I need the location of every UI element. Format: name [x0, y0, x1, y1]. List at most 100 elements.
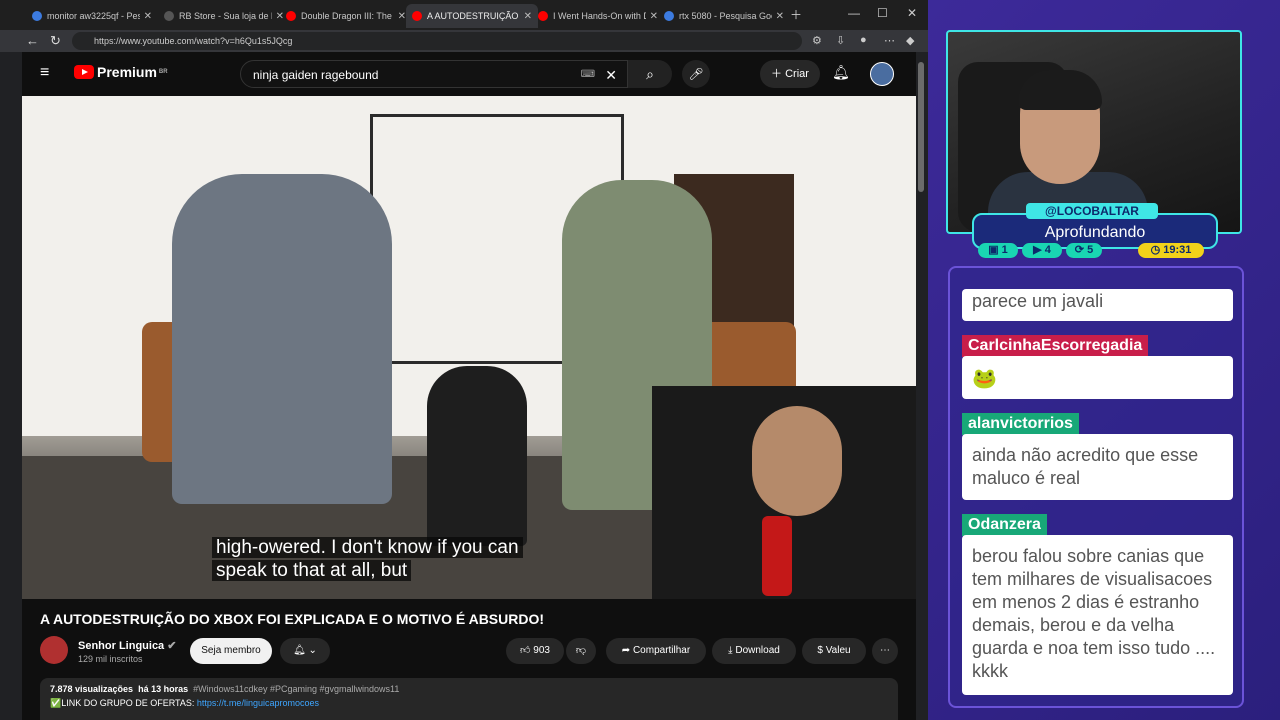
- more-dots-icon: ⋯: [880, 645, 890, 656]
- browser-window: monitor aw3225qf - Pesquisa ✕ RB Store -…: [0, 0, 928, 720]
- bell-icon: 🔔︎: [293, 645, 306, 656]
- address-bar: ← ↻ https://www.youtube.com/watch?v=h6Qu…: [0, 30, 928, 52]
- tab-close-icon[interactable]: ✕: [398, 11, 406, 22]
- close-window-icon[interactable]: ✕: [907, 6, 917, 20]
- search-input[interactable]: ninja gaiden ragebound ⌨ ✕: [240, 60, 628, 88]
- tab-favicon-icon: [32, 11, 42, 21]
- download-button[interactable]: ⤓ Download: [712, 638, 796, 664]
- share-icon: ➦: [621, 645, 631, 656]
- chat-message: 🐸: [962, 356, 1233, 399]
- video-subtitles: high-owered. I don't know if you can spe…: [212, 536, 523, 582]
- browser-tab-3[interactable]: Double Dragon III: The Sacred Stones ✕: [280, 4, 412, 28]
- browser-tab-4-active[interactable]: A AUTODESTRUIÇÃO DO XBOX ✕: [406, 4, 538, 28]
- tab-close-icon[interactable]: ✕: [650, 11, 658, 22]
- scrollbar-thumb[interactable]: [918, 62, 924, 192]
- more-icon[interactable]: ⋯: [884, 34, 895, 47]
- chat-username: alanvictorrios: [962, 413, 1079, 435]
- tab-title: monitor aw3225qf - Pesquisa: [47, 11, 140, 21]
- streamer-handle: @LOCOBALTAR: [1026, 203, 1158, 219]
- download-icon[interactable]: ⇩: [836, 34, 845, 47]
- chat-message: berou falou sobre canias que tem milhare…: [962, 535, 1233, 695]
- tab-title: A AUTODESTRUIÇÃO DO XBOX: [427, 11, 520, 21]
- download-arrow-icon: ⤓: [728, 645, 733, 656]
- chat-message: parece um javali: [962, 289, 1233, 321]
- chevron-down-icon: ⌄: [308, 645, 317, 656]
- offers-label: ✅LINK DO GRUPO DE OFERTAS:: [50, 698, 195, 708]
- chat-message: ainda não acredito que esse maluco é rea…: [962, 434, 1233, 500]
- creator-webcam-overlay: [652, 386, 916, 599]
- youtube-play-icon: [74, 65, 94, 79]
- side-table: [427, 366, 527, 546]
- share-button[interactable]: ➦ Compartilhar: [606, 638, 706, 664]
- tab-favicon-icon: [412, 11, 422, 21]
- video-player[interactable]: high-owered. I don't know if you can spe…: [22, 96, 916, 599]
- browser-tab-1[interactable]: monitor aw3225qf - Pesquisa ✕: [26, 4, 158, 28]
- reload-icon[interactable]: ↻: [50, 33, 61, 49]
- clear-search-icon[interactable]: ✕: [605, 61, 617, 89]
- host-man: [172, 174, 392, 504]
- copilot-icon[interactable]: ◆: [906, 34, 914, 47]
- tab-close-icon[interactable]: ✕: [524, 11, 532, 22]
- tab-favicon-icon: [164, 11, 174, 21]
- page-scrollbar[interactable]: [917, 52, 925, 720]
- tab-title: rtx 5080 - Pesquisa Google: [679, 11, 772, 21]
- subscribe-bell-button[interactable]: 🔔︎ ⌄: [280, 638, 330, 664]
- dislike-button[interactable]: 👎︎: [566, 638, 596, 664]
- share-label: Compartilhar: [632, 645, 691, 656]
- join-button[interactable]: Seja membro: [190, 638, 272, 664]
- offers-link[interactable]: https://t.me/linguicapromocoes: [197, 698, 319, 708]
- create-button[interactable]: ＋ Criar: [760, 60, 820, 88]
- search-icon: ⌕: [646, 66, 654, 82]
- hashtags[interactable]: #Windows11cdkey #PCgaming #gvgmallwindow…: [193, 684, 399, 694]
- chat-username: Odanzera: [962, 514, 1047, 536]
- description-meta: 7.878 visualizações há 13 horas #Windows…: [50, 684, 399, 694]
- like-button[interactable]: 👍︎ 903: [506, 638, 564, 664]
- video-count-badge: ▶ 4: [1022, 243, 1062, 258]
- upload-time: há 13 horas: [138, 684, 189, 694]
- voice-search-button[interactable]: 🎤︎: [682, 60, 710, 88]
- extension-icon[interactable]: ⚙: [812, 34, 822, 47]
- chat-count-badge: ▣ 1: [978, 243, 1018, 258]
- youtube-logo[interactable]: Premium BR: [74, 64, 168, 80]
- streamer-hair: [1018, 70, 1102, 110]
- super-thanks-icon: $: [817, 645, 823, 656]
- creator-face: [752, 406, 842, 516]
- create-label: Criar: [785, 68, 809, 80]
- channel-name[interactable]: Senhor Linguica ✔: [78, 639, 176, 652]
- search-button[interactable]: ⌕: [628, 60, 672, 88]
- back-icon[interactable]: ←: [26, 33, 39, 48]
- tab-favicon-icon: [286, 11, 296, 21]
- tab-close-icon[interactable]: ✕: [144, 11, 152, 22]
- logo-region: BR: [158, 69, 168, 75]
- maximize-icon[interactable]: ☐: [877, 6, 888, 20]
- more-actions-button[interactable]: ⋯: [872, 638, 898, 664]
- tab-title: RB Store - Sua loja de hardware: [179, 11, 272, 21]
- browser-tab-5[interactable]: I Went Hands-On with D... ✕: [532, 4, 664, 28]
- browser-tab-2[interactable]: RB Store - Sua loja de hardware ✕: [158, 4, 290, 28]
- creator-microphone: [762, 516, 792, 596]
- minimize-icon[interactable]: —: [848, 6, 860, 20]
- tab-bar: monitor aw3225qf - Pesquisa ✕ RB Store -…: [0, 0, 928, 30]
- notifications-bell-icon[interactable]: 🔔︎: [832, 64, 850, 81]
- channel-avatar[interactable]: [40, 636, 68, 664]
- subs-count-badge: ⟳ 5: [1066, 243, 1102, 258]
- thanks-button[interactable]: $ Valeu: [802, 638, 866, 664]
- browser-tab-6[interactable]: rtx 5080 - Pesquisa Google ✕: [658, 4, 790, 28]
- tab-title: Double Dragon III: The Sacred Stones: [301, 11, 394, 21]
- thanks-label: Valeu: [825, 645, 851, 656]
- new-tab-icon[interactable]: ＋: [790, 6, 802, 23]
- stream-clock-badge: ◷ 19:31: [1138, 243, 1204, 258]
- logo-text: Premium: [97, 64, 157, 80]
- keyboard-icon[interactable]: ⌨: [581, 61, 595, 89]
- plus-icon: ＋: [771, 68, 783, 80]
- description-box[interactable]: 7.878 visualizações há 13 horas #Windows…: [40, 678, 898, 720]
- refresh-icon: ⟳: [1074, 244, 1085, 256]
- chat-username: CarlcinhaEscorregadia: [962, 335, 1149, 357]
- hamburger-menu-icon[interactable]: ≡: [40, 64, 49, 82]
- profile-icon[interactable]: ●: [860, 34, 867, 46]
- account-avatar[interactable]: [870, 62, 894, 86]
- search-value: ninja gaiden ragebound: [253, 68, 379, 82]
- url-field[interactable]: https://www.youtube.com/watch?v=h6Qu1s5J…: [72, 32, 802, 50]
- tab-close-icon[interactable]: ✕: [776, 11, 784, 22]
- like-count: 903: [533, 645, 550, 656]
